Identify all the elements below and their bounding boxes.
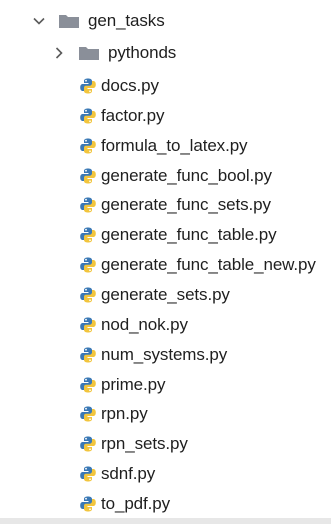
tree-file-item[interactable]: to_pdf.py [79,491,170,517]
tree-file-label: sdnf.py [101,464,156,484]
tree-file-item[interactable]: sdnf.py [79,461,155,487]
python-file-icon [79,495,97,513]
python-file-icon [79,286,97,304]
chevron-right-icon[interactable] [52,46,66,60]
tree-file-item[interactable]: factor.py [79,103,164,129]
project-tree: gen_tasks pythonds docs.py factor.py for… [0,0,331,524]
tree-file-item[interactable]: generate_func_bool.py [79,163,272,189]
tree-file-item[interactable]: rpn_sets.py [79,431,188,457]
python-file-icon [79,376,97,394]
python-file-icon [79,226,97,244]
tree-file-label: prime.py [101,374,166,394]
tree-file-label: factor.py [101,105,165,125]
tree-file-label: rpn.py [101,404,148,424]
tree-file-item[interactable]: num_systems.py [79,342,227,368]
python-file-icon [79,77,97,95]
tree-file-label: generate_func_table_new.py [101,255,316,275]
python-file-icon [79,405,97,423]
python-file-icon [79,137,97,155]
tree-file-item[interactable]: nod_nok.py [79,312,188,338]
python-file-icon [79,107,97,125]
folder-icon [58,12,80,30]
tree-file-item[interactable]: formula_to_latex.py [79,133,248,159]
tree-file-label: nod_nok.py [101,314,188,334]
tree-file-label: docs.py [101,76,159,95]
chevron-down-icon[interactable] [32,14,46,28]
python-file-icon [79,435,97,453]
tree-folder-label: pythonds [108,43,177,62]
tree-folder-gen-tasks[interactable]: gen_tasks [32,8,165,34]
tree-file-item[interactable]: generate_func_table_new.py [79,252,316,278]
tree-file-label: formula_to_latex.py [101,135,248,155]
python-file-icon [79,346,97,364]
tree-folder-label: gen_tasks [88,11,165,30]
tree-file-item[interactable]: generate_sets.py [79,282,230,308]
tree-file-label: generate_func_table.py [101,225,277,245]
tree-folder-pythonds[interactable]: pythonds [52,40,176,66]
tree-file-label: rpn_sets.py [101,434,188,454]
tree-file-item[interactable]: prime.py [79,372,165,398]
horizontal-scrollbar[interactable] [0,518,331,524]
python-file-icon [79,196,97,214]
tree-file-label: to_pdf.py [101,493,171,513]
tree-file-label: generate_sets.py [101,284,230,304]
tree-file-item[interactable]: generate_func_sets.py [79,192,271,218]
tree-file-label: generate_func_sets.py [101,195,271,215]
python-file-icon [79,316,97,334]
tree-file-item[interactable]: generate_func_table.py [79,222,277,248]
python-file-icon [79,465,97,483]
tree-file-label: num_systems.py [101,344,228,364]
tree-file-label: generate_func_bool.py [101,165,272,185]
python-file-icon [79,167,97,185]
tree-file-item[interactable]: docs.py [79,73,159,99]
python-file-icon [79,256,97,274]
tree-file-item[interactable]: rpn.py [79,401,148,427]
folder-icon [78,44,100,62]
